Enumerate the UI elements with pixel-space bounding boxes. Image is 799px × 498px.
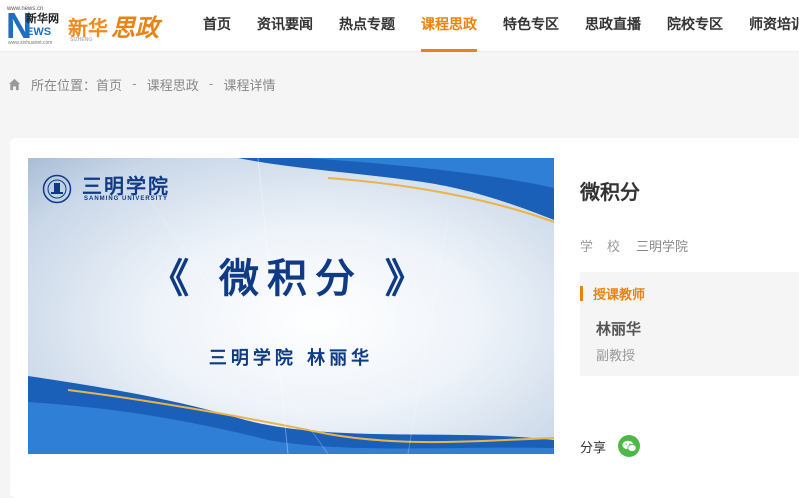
breadcrumb-courses[interactable]: 课程思政	[147, 75, 199, 94]
site-header: www.news.cn N 新华网 EWS www.xinhuanet.com …	[0, 0, 799, 52]
school-emblem-icon	[42, 174, 72, 204]
teacher-box: 授课教师 林丽华 副教授	[580, 272, 799, 376]
share-row: 分享	[580, 435, 641, 457]
breadcrumb-separator: -	[208, 76, 214, 92]
breadcrumb-prefix: 所在位置：	[31, 78, 97, 94]
logo-brand-sub: SIZHENG	[70, 37, 93, 43]
nav-item-home[interactable]: 首页	[203, 0, 231, 52]
home-icon	[8, 78, 21, 90]
video-course-subtitle: 三明学院 林丽华	[208, 348, 374, 369]
nav-item-news[interactable]: 资讯要闻	[257, 0, 313, 52]
teacher-name[interactable]: 林丽华	[596, 318, 641, 339]
site-logo[interactable]: www.news.cn N 新华网 EWS www.xinhuanet.com …	[4, 6, 174, 46]
share-label: 分享	[580, 440, 607, 456]
breadcrumb-home[interactable]: 首页	[96, 75, 122, 94]
nav-item-live[interactable]: 思政直播	[585, 0, 641, 52]
nav-item-courses[interactable]: 课程思政	[421, 0, 477, 52]
video-background-art	[28, 158, 554, 454]
nav-item-topics[interactable]: 热点专题	[339, 0, 395, 52]
teacher-heading: 授课教师	[580, 284, 646, 303]
teacher-rank: 副教授	[596, 349, 636, 364]
wechat-share-button[interactable]	[618, 435, 641, 457]
logo-news-word: EWS	[26, 26, 52, 38]
breadcrumb: 所在位置： 首页 - 课程思政 - 课程详情	[8, 74, 275, 94]
wechat-icon	[622, 440, 637, 452]
school-value[interactable]: 三明学院	[636, 236, 688, 255]
main-nav: 首页 资讯要闻 热点专题 课程思政 特色专区 思政直播 院校专区 师资培训	[190, 0, 799, 52]
breadcrumb-separator: -	[132, 76, 137, 92]
nav-item-training[interactable]: 师资培训	[749, 0, 799, 52]
nav-item-schools[interactable]: 院校专区	[667, 0, 723, 52]
school-row: 学校 三明学院	[580, 236, 688, 255]
video-course-title: 《 微积分 》	[149, 256, 433, 302]
nav-item-featured[interactable]: 特色专区	[503, 0, 559, 52]
school-label: 学校	[580, 240, 635, 255]
accent-bar	[580, 285, 583, 301]
course-title: 微积分	[580, 180, 640, 204]
breadcrumb-current: 课程详情	[223, 78, 276, 94]
logo-site-name: 新华网	[26, 12, 59, 25]
video-school-english: SANMING UNIVERSITY	[84, 196, 169, 202]
logo-brand-sizheng: 思政	[111, 13, 159, 42]
course-video-cover[interactable]: 三明学院 SANMING UNIVERSITY 《 微积分 》 三明学院 林丽华	[28, 158, 554, 454]
video-school-name: 三明学院	[82, 174, 170, 198]
logo-site-url: www.xinhuanet.com	[8, 40, 53, 46]
teacher-heading-label: 授课教师	[593, 287, 646, 303]
